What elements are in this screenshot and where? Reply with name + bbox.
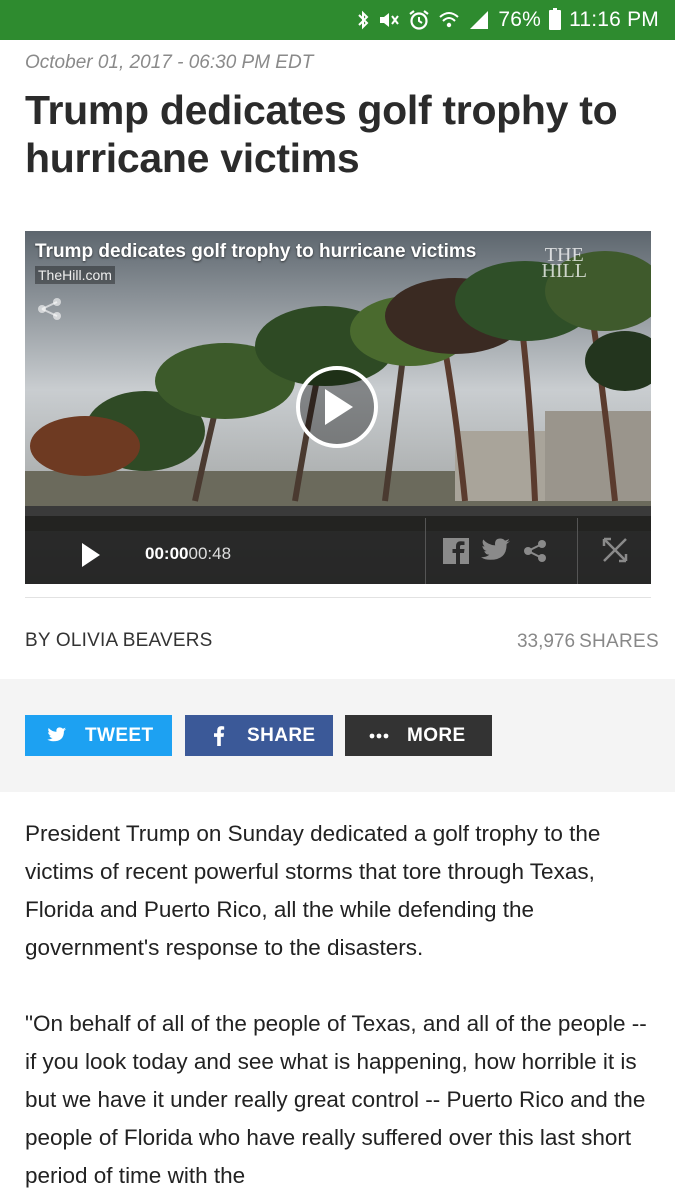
video-controls: 00:0000:48 (25, 506, 651, 584)
current-time: 00:00 (145, 544, 189, 563)
fullscreen-icon[interactable] (601, 536, 629, 569)
video-share-icons (443, 538, 547, 569)
play-icon (325, 389, 353, 425)
twitter-icon (45, 727, 69, 744)
duration: 00:48 (188, 544, 232, 563)
controls-divider (425, 518, 426, 584)
video-player[interactable]: Trump dedicates golf trophy to hurricane… (25, 231, 651, 584)
article-paragraph: "On behalf of all of the people of Texas… (25, 1011, 647, 1188)
share-count: 33,976 SHARES (517, 631, 659, 653)
more-label: MORE (407, 724, 466, 746)
video-logo: THE HILL (541, 245, 587, 282)
twitter-icon[interactable] (481, 538, 511, 569)
divider (25, 597, 651, 598)
video-title: Trump dedicates golf trophy to hurricane… (35, 241, 477, 262)
alarm-icon (408, 9, 430, 31)
share-icon[interactable] (37, 297, 63, 326)
tweet-label: TWEET (85, 724, 154, 746)
video-source: TheHill.com (35, 266, 115, 284)
share-label: SHARE (247, 724, 316, 746)
share-count-number: 33,976 (516, 631, 576, 652)
control-play-icon[interactable] (81, 542, 101, 573)
facebook-icon (207, 725, 231, 746)
facebook-share-button[interactable]: SHARE (185, 715, 333, 756)
battery-icon (549, 8, 562, 30)
mute-icon (378, 9, 400, 31)
battery-percent: 76% (498, 8, 542, 31)
facebook-icon[interactable] (443, 538, 469, 569)
bluetooth-icon (356, 9, 370, 31)
more-dots-icon (367, 733, 391, 739)
share-alt-icon[interactable] (523, 539, 547, 568)
byline[interactable]: BY OLIVIA BEAVERS (25, 630, 213, 652)
article-body: President Trump on Sunday dedicated a go… (25, 815, 655, 1200)
signal-icon (468, 9, 490, 31)
controls-divider (577, 518, 578, 584)
video-time: 00:0000:48 (145, 544, 231, 564)
clock: 11:16 PM (569, 8, 659, 31)
article-paragraph: President Trump on Sunday dedicated a go… (25, 821, 601, 960)
more-button[interactable]: MORE (345, 715, 492, 756)
tweet-button[interactable]: TWEET (25, 715, 172, 756)
page-title: Trump dedicates golf trophy to hurricane… (25, 87, 618, 181)
progress-bar[interactable] (25, 506, 651, 516)
logo-line-2: HILL (541, 260, 587, 282)
share-count-label: SHARES (579, 631, 659, 652)
wifi-icon (438, 9, 460, 31)
share-buttons-bar: TWEET SHARE MORE (0, 679, 675, 792)
status-bar: 76% 11:16 PM (0, 0, 675, 40)
dateline: October 01, 2017 - 06:30 PM EDT (25, 52, 314, 73)
play-button[interactable] (296, 366, 378, 448)
